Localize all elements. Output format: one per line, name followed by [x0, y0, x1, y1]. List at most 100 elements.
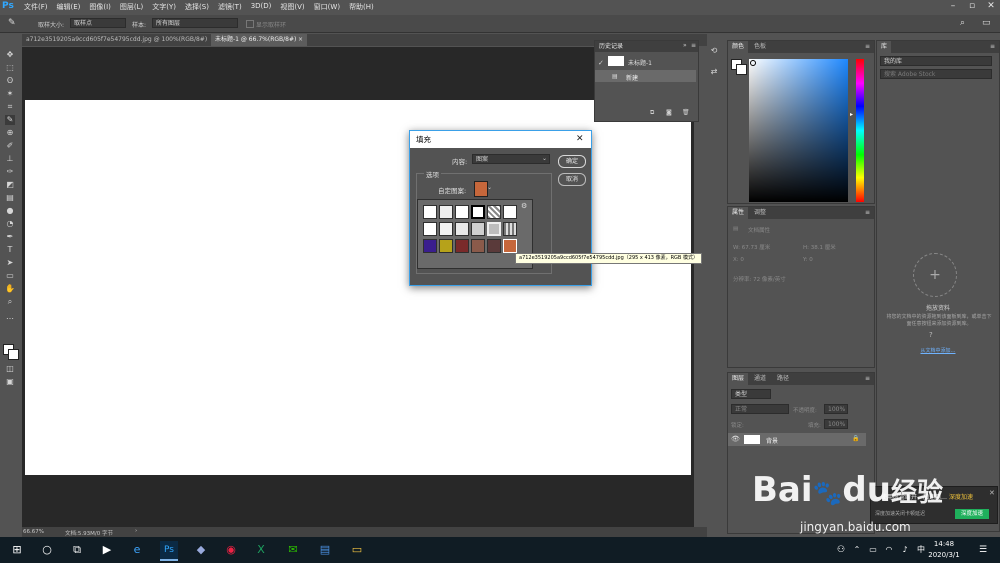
task-view-icon[interactable]: ⧉: [68, 541, 86, 559]
tab-swatches[interactable]: 色板: [750, 41, 770, 53]
actions-panel-icon[interactable]: ⇄: [708, 66, 720, 78]
history-state-row[interactable]: [595, 70, 696, 82]
media-app-icon[interactable]: ▶: [98, 541, 116, 559]
sample-select[interactable]: 所有图层: [152, 18, 238, 28]
hue-marker-icon[interactable]: ▸: [850, 111, 853, 118]
new-document-from-state-icon[interactable]: ⧉: [650, 109, 654, 117]
eraser-tool-icon[interactable]: ◩: [5, 180, 15, 190]
pattern-swatch[interactable]: [471, 205, 485, 219]
file-explorer-icon[interactable]: ▭: [348, 541, 366, 559]
quick-mask-icon[interactable]: ◫: [5, 364, 15, 374]
pattern-swatch-selected[interactable]: [503, 239, 517, 253]
menu-select[interactable]: 选择(S): [185, 2, 209, 12]
tab-libraries[interactable]: 库: [877, 41, 892, 53]
crop-tool-icon[interactable]: ⌗: [5, 102, 15, 112]
pattern-swatch[interactable]: [455, 222, 469, 236]
pattern-swatch[interactable]: [471, 222, 485, 236]
screen-mode-icon[interactable]: ▣: [5, 377, 15, 387]
minimize-icon[interactable]: –: [946, 0, 960, 13]
pattern-swatch[interactable]: [439, 205, 453, 219]
add-from-document-link[interactable]: 从文档中添加…: [877, 347, 999, 354]
magic-wand-icon[interactable]: ✶: [5, 89, 15, 99]
stock-search-input[interactable]: 搜索 Adobe Stock: [880, 69, 992, 79]
workspace-icon[interactable]: ▭: [982, 18, 991, 28]
blend-mode-select[interactable]: 正常: [731, 404, 789, 414]
tab-layers[interactable]: 图层: [728, 373, 749, 385]
eyedropper-tool-icon[interactable]: ✎: [5, 115, 15, 125]
panel-menu-icon[interactable]: ≡: [865, 375, 870, 382]
zoom-tool-icon[interactable]: ⌕: [5, 297, 15, 307]
more-tools-icon[interactable]: …: [5, 312, 15, 322]
pattern-swatch[interactable]: [487, 205, 501, 219]
panel-menu-icon[interactable]: ≡: [691, 42, 696, 49]
pattern-swatch[interactable]: [471, 239, 485, 253]
content-select[interactable]: 图案: [472, 154, 550, 164]
custom-pattern-preview[interactable]: [474, 181, 488, 197]
cancel-button[interactable]: 取消: [558, 173, 586, 186]
panel-collapse-icon[interactable]: »: [683, 42, 687, 49]
tab-channels[interactable]: 通道: [750, 373, 770, 385]
marquee-tool-icon[interactable]: ⬚: [5, 63, 15, 73]
layer-name[interactable]: 背景: [766, 436, 778, 445]
lasso-tool-icon[interactable]: ʘ: [5, 76, 15, 86]
opacity-input[interactable]: 100%: [824, 404, 848, 414]
chevron-down-icon[interactable]: ⌄: [542, 155, 547, 162]
background-color-swatch[interactable]: [8, 349, 19, 360]
menu-edit[interactable]: 编辑(E): [57, 2, 81, 12]
chrome-icon[interactable]: ◉: [222, 541, 240, 559]
blur-tool-icon[interactable]: ●: [5, 206, 15, 216]
excel-icon[interactable]: X: [252, 541, 270, 559]
tab-paths[interactable]: 路径: [773, 373, 793, 385]
close-icon[interactable]: ✕: [576, 134, 584, 144]
pattern-swatch[interactable]: [455, 239, 469, 253]
color-field[interactable]: [749, 59, 848, 202]
close-tab-icon[interactable]: ×: [298, 36, 303, 43]
pattern-swatch[interactable]: [487, 222, 501, 236]
snapshot-name[interactable]: 未标题-1: [628, 58, 652, 67]
bg-swatch[interactable]: [736, 64, 747, 75]
pen-tool-icon[interactable]: ✒: [5, 232, 15, 242]
gear-icon[interactable]: ⚙: [521, 202, 527, 210]
brush-tool-icon[interactable]: ✐: [5, 141, 15, 151]
trash-icon[interactable]: 🗑: [682, 109, 690, 116]
close-window-icon[interactable]: ✕: [984, 0, 998, 13]
camera-icon[interactable]: ◙: [666, 109, 672, 116]
photoshop-taskbar-icon[interactable]: Ps: [160, 541, 178, 561]
pattern-swatch[interactable]: [423, 222, 437, 236]
wechat-icon[interactable]: ✉: [284, 541, 302, 559]
ok-button[interactable]: 确定: [558, 155, 586, 168]
panel-menu-icon[interactable]: ≡: [865, 43, 870, 50]
stamp-tool-icon[interactable]: ⊥: [5, 154, 15, 164]
windows-start-icon[interactable]: ⊞: [8, 541, 26, 559]
visibility-eye-icon[interactable]: 👁: [731, 435, 740, 443]
color-picker-marker[interactable]: [750, 60, 756, 66]
zoom-level[interactable]: 66.67%: [23, 529, 44, 535]
menu-view[interactable]: 视图(V): [280, 2, 304, 12]
status-arrow-icon[interactable]: ›: [135, 528, 137, 534]
hue-slider[interactable]: [856, 59, 864, 202]
menu-3d[interactable]: 3D(D): [251, 2, 272, 12]
shape-tool-icon[interactable]: ▭: [5, 271, 15, 281]
notification-center-icon[interactable]: ☰: [974, 541, 992, 559]
sample-size-select[interactable]: 取样点: [70, 18, 126, 28]
tab-jpg-document[interactable]: a712e3519205a9ccd605f7e54795cdd.jpg @ 10…: [22, 34, 210, 46]
gradient-tool-icon[interactable]: ▤: [5, 193, 15, 203]
eyedropper-icon[interactable]: ✎: [8, 18, 16, 28]
tab-adjustments[interactable]: 调整: [750, 207, 770, 219]
healing-brush-icon[interactable]: ⊕: [5, 128, 15, 138]
show-ring-checkbox[interactable]: [246, 20, 254, 28]
layer-kind-filter[interactable]: 类型: [731, 389, 771, 399]
tab-untitled-document[interactable]: 未标题-1 @ 66.7%(RGB/8#): [211, 34, 307, 46]
notification-link[interactable]: 深度加速: [949, 492, 973, 501]
menu-help[interactable]: 帮助(H): [349, 2, 374, 12]
pattern-swatch[interactable]: [455, 205, 469, 219]
pattern-swatch[interactable]: [423, 239, 437, 253]
brush-source-icon[interactable]: ✓: [598, 59, 604, 67]
dodge-tool-icon[interactable]: ◔: [5, 219, 15, 229]
fill-input[interactable]: 100%: [824, 419, 848, 429]
edge-browser-icon[interactable]: e: [128, 541, 146, 559]
move-tool-icon[interactable]: ✥: [5, 50, 15, 60]
menu-file[interactable]: 文件(F): [24, 2, 48, 12]
clock-date[interactable]: 2020/3/1: [922, 551, 966, 559]
add-asset-icon[interactable]: +: [913, 253, 957, 297]
